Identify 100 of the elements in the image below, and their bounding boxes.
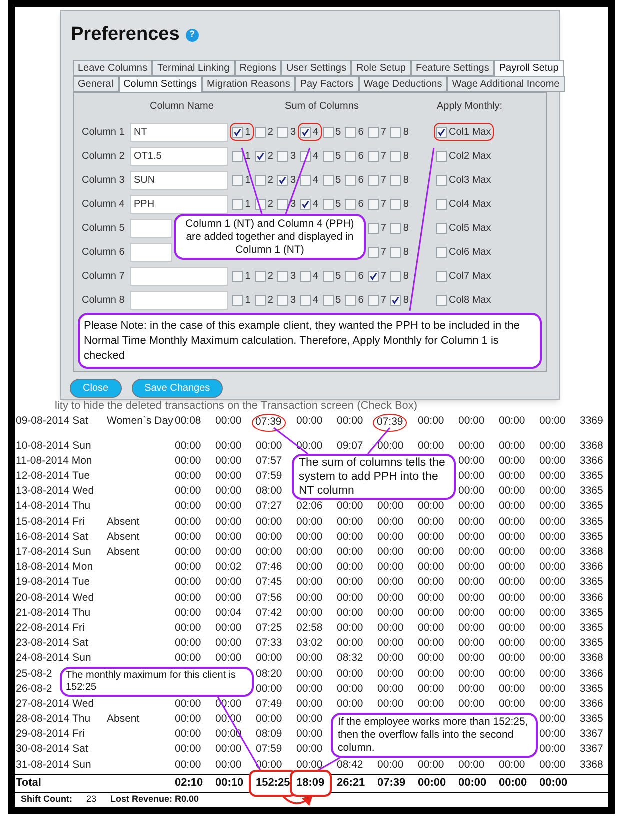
checkbox[interactable]: 4	[299, 172, 321, 188]
checkbox[interactable]: 2	[254, 124, 276, 140]
checkbox[interactable]: 7	[366, 124, 388, 140]
column-name-field[interactable]	[130, 290, 228, 310]
checkbox[interactable]: Col2 Max	[435, 148, 494, 164]
tab[interactable]: Migration Reasons	[202, 76, 296, 92]
checkbox[interactable]: 6	[344, 124, 366, 140]
tab[interactable]: Leave Columns	[73, 60, 152, 76]
checkbox[interactable]: Col7 Max	[435, 268, 494, 284]
tab[interactable]: Role Setup	[351, 60, 411, 76]
checkbox[interactable]: 3	[276, 196, 298, 212]
checkbox[interactable]: 5	[322, 172, 344, 188]
time-cell-text: 00:00	[378, 696, 404, 712]
checkbox[interactable]: 4	[299, 124, 321, 140]
checkbox[interactable]: 1	[231, 292, 253, 308]
tab[interactable]: Payroll Setup	[494, 60, 564, 76]
checkbox[interactable]: 6	[344, 172, 366, 188]
checkbox[interactable]: Col3 Max	[435, 172, 494, 188]
tab[interactable]: General	[73, 76, 119, 92]
checkbox[interactable]: 2	[254, 148, 276, 164]
checkbox[interactable]: 1	[231, 268, 253, 284]
column-name-field[interactable]: NT	[130, 122, 228, 142]
checkbox[interactable]: 8	[389, 292, 411, 308]
checkbox[interactable]: 7	[366, 292, 388, 308]
time-cell-text: 00:00	[378, 620, 404, 636]
checkbox[interactable]: 6	[344, 196, 366, 212]
tab[interactable]: Terminal Linking	[152, 60, 235, 76]
checkbox[interactable]: 7	[366, 148, 388, 164]
checkbox[interactable]: Col4 Max	[435, 196, 494, 212]
checkbox[interactable]: 7	[366, 172, 388, 188]
column-name-field[interactable]: OT1.5	[130, 146, 228, 166]
checkbox[interactable]: 8	[389, 124, 411, 140]
callout: The monthly maximum for this client is 152:25	[60, 667, 254, 697]
checkbox[interactable]: 6	[344, 268, 366, 284]
checkbox[interactable]: 7	[366, 220, 388, 236]
total-cell-text: 00:00	[540, 776, 568, 792]
checkbox[interactable]: 2	[254, 292, 276, 308]
time-cell-text: 00:00	[540, 682, 566, 697]
tab[interactable]: Regions	[234, 60, 282, 76]
tab[interactable]: User Settings	[281, 60, 352, 76]
tab[interactable]: Column Settings	[118, 76, 202, 92]
tab[interactable]: Wage Deductions	[358, 76, 448, 92]
column-name-field[interactable]	[130, 242, 172, 262]
checkbox[interactable]: 4	[299, 268, 321, 284]
time-cell-text: 00:00	[458, 590, 485, 606]
time-cell-text: 00:00	[296, 414, 323, 429]
checkbox[interactable]: 5	[322, 148, 344, 164]
checkbox[interactable]: 5	[322, 292, 344, 308]
checkbox[interactable]: 8	[389, 268, 411, 284]
time-cell-text: 00:00	[175, 545, 202, 560]
column-name-field[interactable]	[130, 266, 228, 286]
leader-line	[241, 148, 263, 214]
checkbox[interactable]: 5	[322, 196, 344, 212]
tab[interactable]: Wage Additional Income	[447, 76, 565, 92]
checkbox[interactable]: 4	[299, 196, 321, 212]
checkbox[interactable]: 3	[276, 124, 298, 140]
time-cell-text: 00:00	[296, 651, 323, 666]
tab[interactable]: Pay Factors	[295, 76, 359, 92]
checkbox[interactable]: 3	[276, 172, 298, 188]
date-cell: 12-08-2014 Tue	[16, 470, 90, 482]
checkbox[interactable]: 1	[231, 172, 253, 188]
checkbox[interactable]: 8	[389, 220, 411, 236]
checkbox[interactable]: Col5 Max	[435, 220, 494, 236]
checkbox[interactable]: 3	[276, 292, 298, 308]
checkbox[interactable]: 4	[299, 148, 321, 164]
checkbox[interactable]: 3	[276, 268, 298, 284]
checkbox[interactable]: 8	[389, 244, 411, 260]
tab[interactable]: Feature Settings	[410, 60, 494, 76]
time-cell-text: 00:00	[458, 545, 485, 560]
check-icon	[278, 176, 288, 184]
time-cell-text: 00:00	[540, 514, 566, 530]
checkbox[interactable]: 8	[389, 148, 411, 164]
checkbox[interactable]: 1	[231, 196, 253, 212]
time-cell-text: 00:00	[540, 606, 566, 621]
time-cell-text: 00:00	[499, 414, 526, 429]
checkbox[interactable]: 7	[366, 244, 388, 260]
checkbox[interactable]: 4	[299, 292, 321, 308]
checkbox[interactable]: Col8 Max	[435, 292, 494, 308]
checkbox[interactable]: 7	[366, 196, 388, 212]
time-cell-text: 00:00	[175, 469, 202, 484]
checkbox[interactable]: 2	[254, 172, 276, 188]
checkbox[interactable]: 5	[322, 124, 344, 140]
column-name-field[interactable]: SUN	[130, 170, 228, 190]
checkbox[interactable]: 6	[344, 292, 366, 308]
checkbox[interactable]: 3	[276, 148, 298, 164]
column-name-field[interactable]: PPH	[130, 194, 228, 214]
checkbox[interactable]: 1	[231, 148, 253, 164]
time-cell-text: 09:07	[337, 438, 364, 454]
checkbox[interactable]: 8	[389, 196, 411, 212]
checkbox[interactable]: 2	[254, 268, 276, 284]
checkbox[interactable]: Col6 Max	[435, 244, 494, 260]
checkbox[interactable]: 1	[231, 124, 253, 140]
checkbox[interactable]: Col1 Max	[435, 124, 494, 140]
checkbox[interactable]: 8	[389, 172, 411, 188]
time-cell-text: 00:00	[378, 438, 404, 454]
checkbox[interactable]: 7	[366, 268, 388, 284]
checkbox[interactable]: 2	[254, 196, 276, 212]
column-name-field[interactable]	[130, 218, 172, 238]
checkbox[interactable]: 6	[344, 148, 366, 164]
checkbox[interactable]: 5	[322, 268, 344, 284]
